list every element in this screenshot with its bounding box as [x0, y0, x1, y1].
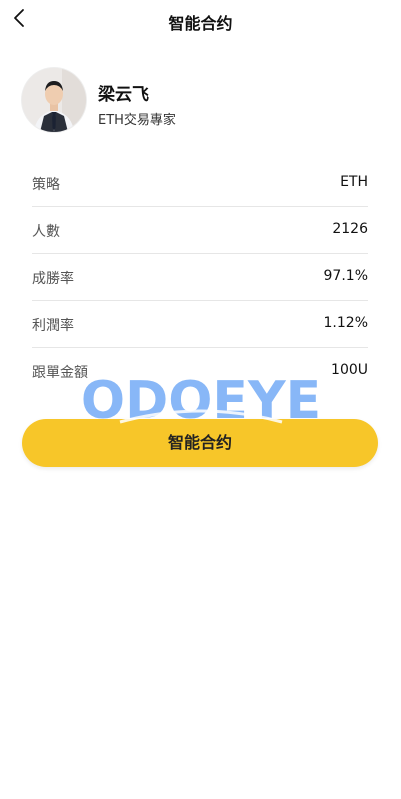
stat-value: 100U — [331, 362, 368, 378]
stat-value: 2126 — [332, 221, 368, 237]
stat-label: 策略 — [32, 177, 60, 193]
expert-name: 梁云飞 — [98, 85, 149, 105]
expert-profile: 梁云飞 ETH交易專家 — [22, 68, 382, 136]
stat-row-follow-amount: 跟單金額 100U — [32, 348, 368, 394]
stat-label: 成勝率 — [32, 271, 74, 287]
top-bar: 智能合约 — [0, 0, 401, 44]
stat-label: 人數 — [32, 224, 60, 240]
stat-row-people: 人數 2126 — [32, 207, 368, 254]
person-photo-icon — [22, 68, 86, 132]
stat-row-win-rate: 成勝率 97.1% — [32, 254, 368, 301]
stat-label: 跟單金額 — [32, 365, 88, 381]
avatar — [22, 68, 86, 132]
stat-label: 利潤率 — [32, 318, 74, 334]
stat-value: 97.1% — [323, 268, 368, 284]
stat-value: 1.12% — [323, 315, 368, 331]
expert-title: ETH交易專家 — [98, 113, 176, 128]
smart-contract-button[interactable]: 智能合约 — [22, 419, 378, 467]
stat-row-strategy: 策略 ETH — [32, 160, 368, 207]
stat-value: ETH — [340, 174, 368, 190]
stat-row-profit-rate: 利潤率 1.12% — [32, 301, 368, 348]
page-title: 智能合约 — [168, 14, 233, 33]
stats-list: 策略 ETH 人數 2126 成勝率 97.1% 利潤率 1.12% 跟單金額 … — [32, 160, 368, 394]
